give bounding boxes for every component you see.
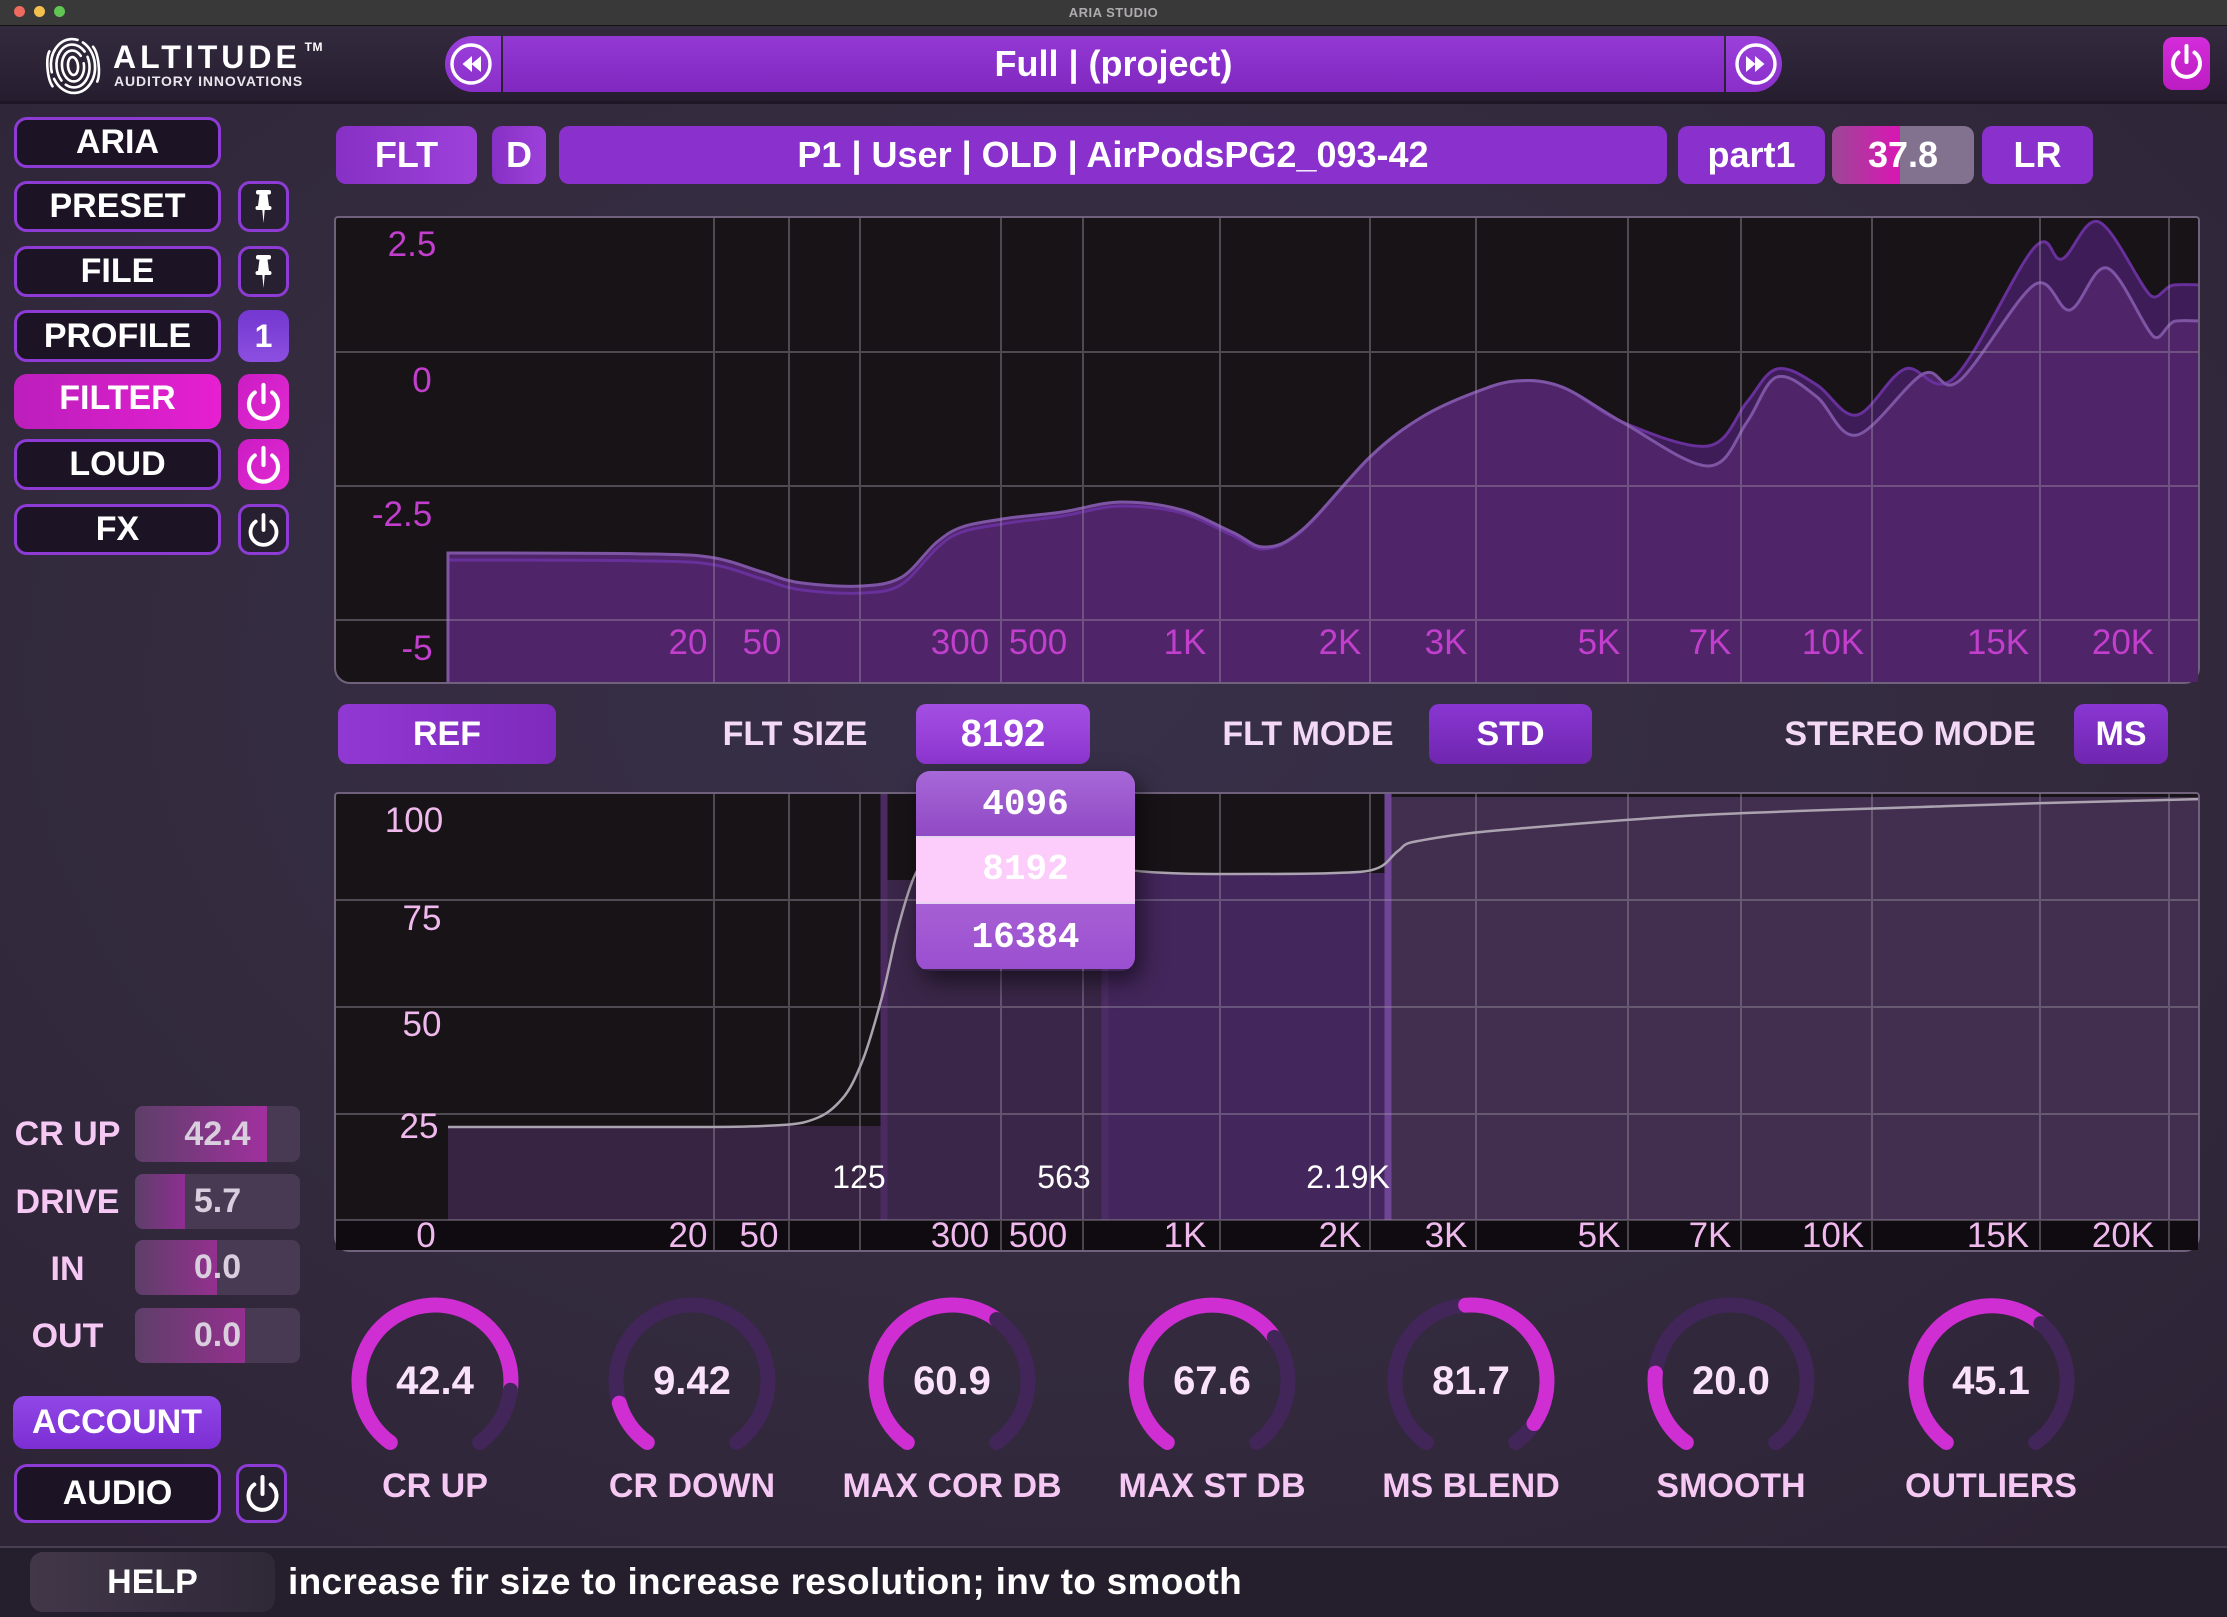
svg-text:500: 500 (1009, 1216, 1067, 1250)
svg-text:500: 500 (1009, 623, 1067, 662)
svg-text:0: 0 (412, 361, 431, 400)
svg-text:2K: 2K (1319, 1216, 1362, 1250)
svg-text:300: 300 (931, 623, 989, 662)
svg-text:-5: -5 (401, 629, 432, 668)
svg-text:15K: 15K (1967, 623, 2029, 662)
svg-text:1K: 1K (1164, 1216, 1207, 1250)
svg-text:2K: 2K (1319, 623, 1362, 662)
svg-text:50: 50 (740, 1216, 779, 1250)
svg-text:20: 20 (669, 623, 708, 662)
svg-text:300: 300 (931, 1216, 989, 1250)
svg-text:10K: 10K (1802, 1216, 1864, 1250)
svg-text:7K: 7K (1689, 623, 1732, 662)
svg-text:2.5: 2.5 (388, 225, 437, 264)
svg-text:5K: 5K (1578, 623, 1621, 662)
svg-text:20K: 20K (2092, 1216, 2154, 1250)
svg-text:-2.5: -2.5 (372, 495, 432, 534)
svg-text:10K: 10K (1802, 623, 1864, 662)
svg-text:50: 50 (743, 623, 782, 662)
svg-text:7K: 7K (1689, 1216, 1732, 1250)
svg-text:125: 125 (832, 1159, 885, 1195)
svg-text:0: 0 (416, 1216, 435, 1250)
svg-text:25: 25 (400, 1107, 439, 1146)
svg-text:75: 75 (403, 899, 442, 938)
svg-text:100: 100 (385, 801, 443, 840)
svg-text:563: 563 (1037, 1159, 1090, 1195)
svg-text:3K: 3K (1425, 1216, 1468, 1250)
svg-text:15K: 15K (1967, 1216, 2029, 1250)
svg-text:5K: 5K (1578, 1216, 1621, 1250)
svg-text:50: 50 (403, 1005, 442, 1044)
svg-text:1K: 1K (1164, 623, 1207, 662)
svg-text:20K: 20K (2092, 623, 2154, 662)
svg-text:2.19K: 2.19K (1306, 1159, 1390, 1195)
svg-text:3K: 3K (1425, 623, 1468, 662)
svg-text:20: 20 (669, 1216, 708, 1250)
